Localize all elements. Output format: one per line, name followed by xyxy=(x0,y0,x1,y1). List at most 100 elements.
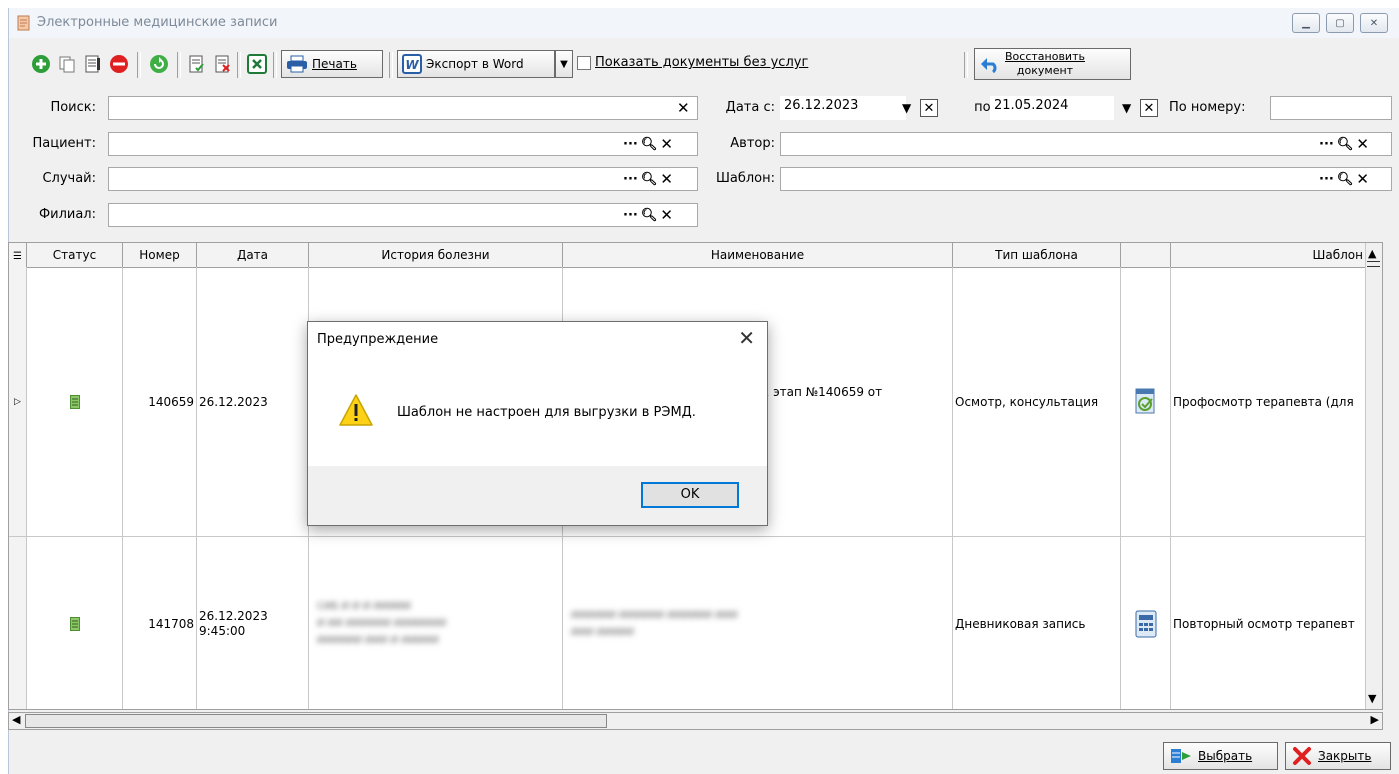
branch-input[interactable] xyxy=(108,203,698,227)
author-search-button[interactable]: 🔍︎ xyxy=(1337,137,1354,152)
close-label: Закрыть xyxy=(1318,749,1372,763)
branch-browse-button[interactable]: ··· xyxy=(623,208,638,223)
unsign-document-button[interactable] xyxy=(211,52,235,76)
table-row-date[interactable]: 26.12.2023 xyxy=(197,267,309,537)
edit-document-button[interactable] xyxy=(81,52,105,76)
list-icon: ☰ xyxy=(13,251,22,262)
row-indicator[interactable]: ▷ xyxy=(9,267,27,537)
column-template[interactable]: Шаблон xyxy=(1171,243,1368,267)
select-button[interactable]: Выбрать xyxy=(1163,742,1278,770)
dropdown-arrow-icon: ▼ xyxy=(560,58,568,70)
print-button[interactable]: Печать xyxy=(281,50,383,78)
date-from-clear-button[interactable]: ✕ xyxy=(920,99,938,117)
table-row-name[interactable]: ИИИИИИ ИИИИИИ ИИИИИИ ИИИ ИИИ ИИИИИ xyxy=(563,537,953,709)
author-browse-button[interactable]: ··· xyxy=(1319,137,1334,152)
print-label: Печать xyxy=(312,57,357,71)
show-docs-checkbox-row[interactable]: Показать документы без услуг xyxy=(577,55,808,70)
excel-button[interactable] xyxy=(245,52,269,76)
dialog-close-button[interactable]: ✕ xyxy=(738,326,755,350)
template-form-icon xyxy=(1135,388,1154,413)
table-row-status[interactable] xyxy=(27,267,123,537)
column-name[interactable]: Наименование xyxy=(563,243,953,267)
scroll-down-icon[interactable]: ▼ xyxy=(1368,692,1376,705)
column-date[interactable]: Дата xyxy=(197,243,309,267)
search-input[interactable] xyxy=(108,96,698,120)
dialog-title: Предупреждение xyxy=(317,332,439,347)
table-row-template-icon-cell[interactable] xyxy=(1121,537,1171,709)
date-from-dropdown-icon[interactable]: ▼ xyxy=(902,101,911,115)
maximize-icon: ▢ xyxy=(1335,17,1345,29)
refresh-button[interactable] xyxy=(147,52,171,76)
copy-button[interactable] xyxy=(55,52,79,76)
row-indicator[interactable] xyxy=(9,537,27,709)
patient-browse-button[interactable]: ··· xyxy=(623,137,638,152)
add-button[interactable] xyxy=(29,52,53,76)
notepad-icon xyxy=(17,15,30,31)
vertical-scrollbar[interactable]: ▲ ▼ xyxy=(1365,243,1382,709)
case-clear-button[interactable]: ✕ xyxy=(660,170,673,188)
column-status[interactable]: Статус xyxy=(27,243,123,267)
export-word-button[interactable]: W Экспорт в Word xyxy=(397,50,555,78)
column-template-type[interactable]: Тип шаблона xyxy=(953,243,1121,267)
warning-icon xyxy=(339,394,373,426)
ok-button[interactable]: OK xyxy=(641,482,739,508)
column-icon[interactable] xyxy=(1121,243,1171,267)
by-number-input[interactable] xyxy=(1270,96,1392,120)
patient-clear-button[interactable]: ✕ xyxy=(660,135,673,153)
edit-document-icon xyxy=(85,55,100,73)
template-clear-button[interactable]: ✕ xyxy=(1356,170,1369,188)
table-row-template-type[interactable]: Осмотр, консультация xyxy=(953,267,1121,537)
table-row-template-type[interactable]: Дневниковая запись xyxy=(953,537,1121,709)
minimize-button[interactable]: ▁ xyxy=(1292,13,1320,33)
table-row-number[interactable]: 140659 xyxy=(123,267,197,537)
table-row-template[interactable]: Профосмотр терапевта (для xyxy=(1171,267,1368,537)
table-row-number[interactable]: 141708 xyxy=(123,537,197,709)
sign-document-button[interactable] xyxy=(185,52,209,76)
patient-input[interactable] xyxy=(108,132,698,156)
close-window-button[interactable]: ✕ xyxy=(1360,13,1388,33)
table-row-history[interactable]: СИБ И И И ИИИИИ И ИИ ИИИИИИ ИИИИИИИ ИИИИ… xyxy=(309,537,563,709)
date-to-clear-button[interactable]: ✕ xyxy=(1140,99,1158,117)
row-date-line1: 26.12.2023 xyxy=(199,608,268,623)
show-docs-checkbox[interactable] xyxy=(577,55,591,70)
date-to-input[interactable]: 21.05.2024 xyxy=(990,96,1114,120)
show-docs-label: Показать документы без услуг xyxy=(595,55,809,70)
table-row-status[interactable] xyxy=(27,537,123,709)
column-history[interactable]: История болезни xyxy=(309,243,563,267)
template-input[interactable] xyxy=(780,167,1392,191)
column-chooser-button[interactable]: ☰ xyxy=(9,243,27,267)
author-input[interactable] xyxy=(780,132,1392,156)
column-number[interactable]: Номер xyxy=(123,243,197,267)
branch-search-button[interactable]: 🔍︎ xyxy=(641,208,658,223)
table-row-date[interactable]: 26.12.2023 9:45:00 xyxy=(197,537,309,709)
close-button[interactable]: Закрыть xyxy=(1285,742,1391,770)
export-word-label: Экспорт в Word xyxy=(426,57,524,71)
branch-clear-button[interactable]: ✕ xyxy=(660,206,673,224)
date-from-input[interactable]: 26.12.2023 xyxy=(780,96,906,120)
magnifier-icon: 🔍︎ xyxy=(640,136,658,152)
magnifier-icon: 🔍︎ xyxy=(1336,171,1354,187)
patient-search-button[interactable]: 🔍︎ xyxy=(641,137,658,152)
author-clear-button[interactable]: ✕ xyxy=(1356,135,1369,153)
scroll-thumb[interactable] xyxy=(1367,261,1380,267)
table-row-template-icon-cell[interactable] xyxy=(1121,267,1171,537)
scroll-up-icon[interactable]: ▲ xyxy=(1368,247,1376,260)
search-clear-button[interactable]: ✕ xyxy=(677,99,690,117)
unsign-document-icon xyxy=(215,55,230,73)
scroll-right-icon[interactable]: ▶ xyxy=(1371,713,1379,726)
horizontal-scrollbar[interactable]: ◀ ▶ xyxy=(8,712,1383,730)
restore-document-button[interactable]: Восстановить документ xyxy=(974,48,1131,80)
delete-button[interactable] xyxy=(107,52,131,76)
date-to-dropdown-icon[interactable]: ▼ xyxy=(1122,101,1131,115)
maximize-button[interactable]: ▢ xyxy=(1326,13,1354,33)
case-input[interactable] xyxy=(108,167,698,191)
case-browse-button[interactable]: ··· xyxy=(623,172,638,187)
scroll-left-icon[interactable]: ◀ xyxy=(12,713,20,726)
case-search-button[interactable]: 🔍︎ xyxy=(641,172,658,187)
template-search-button[interactable]: 🔍︎ xyxy=(1337,172,1354,187)
export-dropdown-button[interactable]: ▼ xyxy=(555,50,573,78)
hscroll-thumb[interactable] xyxy=(25,714,607,728)
template-browse-button[interactable]: ··· xyxy=(1319,172,1334,187)
table-row-template[interactable]: Повторный осмотр терапевт xyxy=(1171,537,1368,709)
refresh-icon xyxy=(150,55,168,73)
